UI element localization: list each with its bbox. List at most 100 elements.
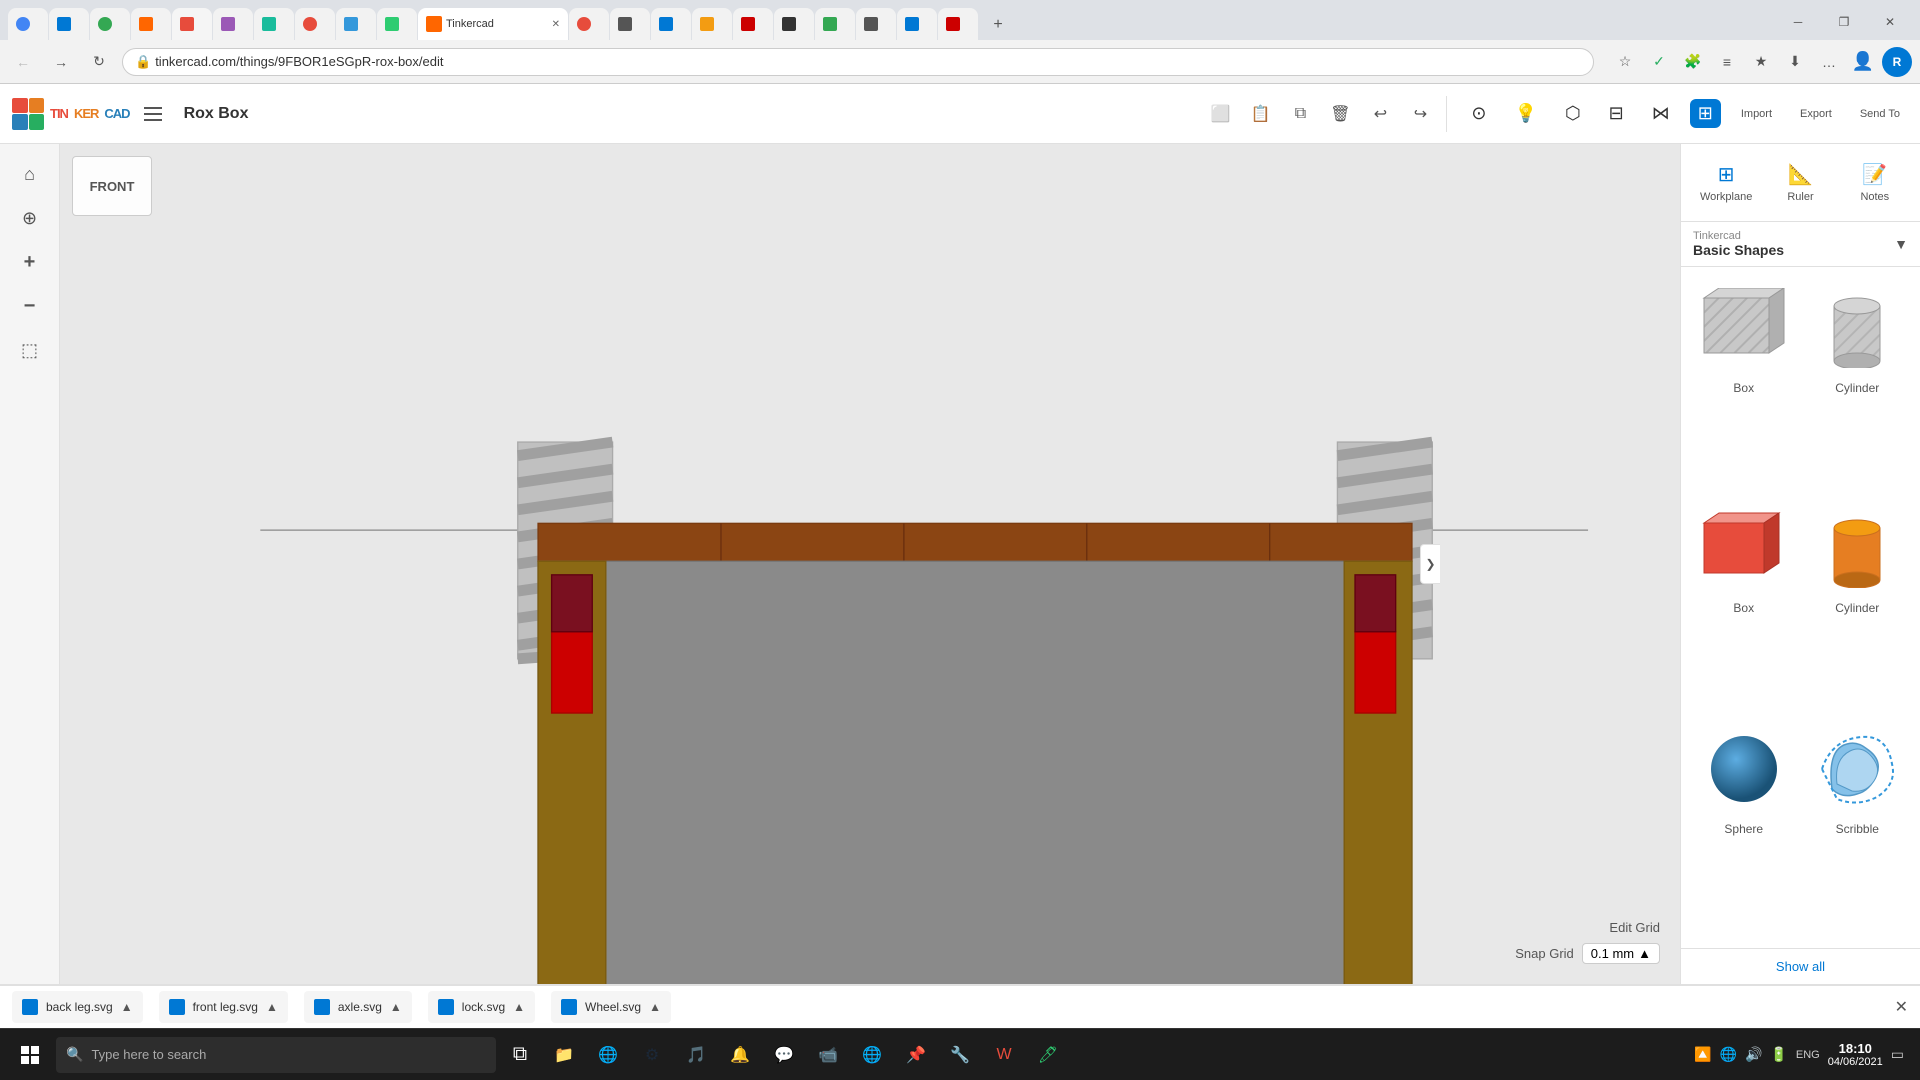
delete-tool-btn[interactable]: 🗑 [1322,96,1358,132]
taskbar-search[interactable]: 🔍 Type here to search [56,1037,496,1073]
taskbar-app2[interactable]: 🔔 [720,1033,760,1077]
close-btn[interactable]: ✕ [1868,8,1912,36]
tab-16[interactable] [733,8,773,40]
minimize-btn[interactable]: ─ [1776,8,1820,36]
taskbar-app4[interactable]: 📹 [808,1033,848,1077]
taskview-btn[interactable]: ⧉ [500,1033,540,1077]
shape-cylinder-grey[interactable]: Cylinder [1807,283,1909,491]
download-bar-close-btn[interactable]: ✕ [1895,997,1908,1017]
import-btn[interactable]: Import [1733,104,1780,124]
ruler-btn[interactable]: 📐 Ruler [1767,156,1833,209]
tab-21[interactable] [938,8,978,40]
taskbar-app9[interactable]: 🖊 [1028,1033,1068,1077]
shape-sphere[interactable]: Sphere [1693,724,1795,932]
tab-2[interactable] [49,8,89,40]
tab-5[interactable] [172,8,212,40]
shape-scribble[interactable]: Scribble [1807,724,1909,932]
tab-4[interactable] [131,8,171,40]
volume-icon[interactable]: 🔊 [1745,1046,1762,1063]
zoom-in-btn[interactable]: + [12,244,48,280]
menu-btn[interactable] [138,99,168,129]
shape-box-red[interactable]: Box [1693,503,1795,711]
undo-btn[interactable]: ↩ [1362,96,1398,132]
download-chevron-3[interactable]: ▲ [390,1000,402,1014]
download-item-3[interactable]: axle.svg ▲ [304,991,412,1023]
address-input[interactable]: 🔒 tinkercad.com/things/9FBOR1eSGpR-rox-b… [122,48,1594,76]
download-chevron-4[interactable]: ▲ [513,1000,525,1014]
back-btn[interactable]: ← [8,47,38,77]
tab-6[interactable] [213,8,253,40]
download-chevron-2[interactable]: ▲ [266,1000,278,1014]
canvas-area[interactable]: FRONT [60,144,1680,984]
light-btn[interactable]: 💡 [1507,99,1545,128]
start-btn[interactable] [8,1033,52,1077]
taskbar-app1[interactable]: 🎵 [676,1033,716,1077]
workplane-btn[interactable]: ⊞ Workplane [1693,156,1759,209]
tab-close-btn[interactable]: ✕ [552,19,560,30]
zoom-out-btn[interactable]: − [12,288,48,324]
download-item-1[interactable]: back leg.svg ▲ [12,991,143,1023]
tab-20[interactable] [897,8,937,40]
download-item-2[interactable]: front leg.svg ▲ [159,991,288,1023]
shape-tools-btn[interactable]: ⬡ [1557,99,1589,128]
shape-cylinder-orange[interactable]: Cylinder [1807,503,1909,711]
taskbar-app7[interactable]: 🔧 [940,1033,980,1077]
edge-extensions-btn[interactable]: 🧩 [1678,47,1708,77]
send-to-btn[interactable]: Send To [1852,104,1908,124]
tab-1[interactable] [8,8,48,40]
tab-13[interactable] [610,8,650,40]
download-chevron-1[interactable]: ▲ [121,1000,133,1014]
collections-btn[interactable]: ≡ [1712,47,1742,77]
taskbar-explorer-btn[interactable]: 📁 [544,1033,584,1077]
download-icon-btn[interactable]: ⬇ [1780,47,1810,77]
network-icon[interactable]: 🌐 [1720,1046,1737,1063]
perspective-btn[interactable]: ⬚ [12,332,48,368]
flip-btn[interactable]: ⋈ [1644,99,1678,128]
download-item-4[interactable]: lock.svg ▲ [428,991,535,1023]
new-tab-btn[interactable]: + [983,10,1013,40]
profile-icon-btn[interactable]: 👤 [1848,47,1878,77]
tab-14[interactable] [651,8,691,40]
forward-btn[interactable]: → [46,47,76,77]
shapes-chevron-icon[interactable]: ▼ [1894,236,1908,252]
extensions-btn[interactable]: ✓ [1644,47,1674,77]
reload-btn[interactable]: ↻ [84,47,114,77]
tab-8[interactable] [295,8,335,40]
tab-7[interactable] [254,8,294,40]
notes-btn[interactable]: 📝 Notes [1842,156,1908,209]
tab-18[interactable] [815,8,855,40]
show-desktop-btn[interactable]: ▭ [1891,1046,1904,1063]
favorites-btn[interactable]: ★ [1746,47,1776,77]
taskbar-edge-btn[interactable]: 🌐 [588,1033,628,1077]
tray-icon-1[interactable]: 🔼 [1694,1046,1711,1063]
home-view-btn[interactable]: ⌂ [12,156,48,192]
camera-btn[interactable]: ⊙ [1463,99,1494,128]
bookmark-btn[interactable]: ☆ [1610,47,1640,77]
tab-12[interactable] [569,8,609,40]
align-btn[interactable]: ⊟ [1601,99,1632,128]
tab-3[interactable] [90,8,130,40]
tab-9[interactable] [336,8,376,40]
settings-menu-btn[interactable]: … [1814,47,1844,77]
shape-box-grey[interactable]: Box [1693,283,1795,491]
tab-15[interactable] [692,8,732,40]
taskbar-app3[interactable]: 💬 [764,1033,804,1077]
edit-grid-btn[interactable]: Edit Grid [1609,920,1660,935]
copy-tool-btn[interactable]: ⬜ [1202,96,1238,132]
duplicate-tool-btn[interactable]: ⧉ [1282,96,1318,132]
fit-all-btn[interactable]: ⊕ [12,200,48,236]
taskbar-app6[interactable]: 📌 [896,1033,936,1077]
paste-tool-btn[interactable]: 📋 [1242,96,1278,132]
panel-collapse-btn[interactable]: ❯ [1420,544,1440,584]
taskbar-steam-btn[interactable]: ⚙ [632,1033,672,1077]
tab-17[interactable] [774,8,814,40]
taskbar-app5[interactable]: 🌐 [852,1033,892,1077]
tray-time[interactable]: 18:10 04/06/2021 [1828,1041,1883,1068]
battery-icon[interactable]: 🔋 [1770,1046,1787,1063]
show-all-btn[interactable]: Show all [1681,948,1920,984]
download-chevron-5[interactable]: ▲ [649,1000,661,1014]
restore-btn[interactable]: ❐ [1822,8,1866,36]
grid-view-btn[interactable]: ⊞ [1690,99,1721,128]
export-btn[interactable]: Export [1792,104,1840,124]
profile-avatar[interactable]: R [1882,47,1912,77]
